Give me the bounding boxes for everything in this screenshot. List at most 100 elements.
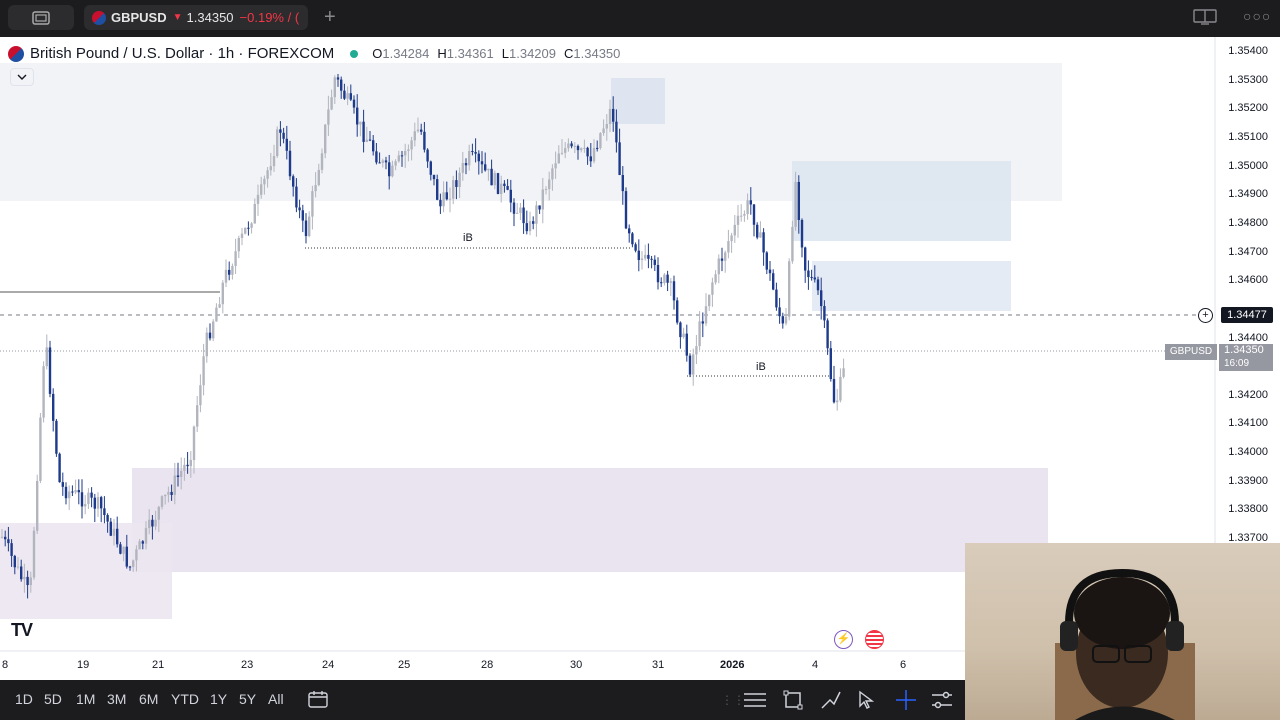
range-button-1d[interactable]: 1D	[15, 691, 33, 707]
candle-body	[759, 232, 762, 238]
path-icon[interactable]	[820, 690, 842, 715]
date-axis-label: 25	[398, 659, 411, 671]
candle-body	[781, 316, 784, 324]
range-button-5d[interactable]: 5D	[44, 691, 62, 707]
chart-menu-button[interactable]	[8, 5, 74, 30]
add-alert-icon[interactable]: +	[1198, 308, 1213, 323]
candle-body	[58, 453, 61, 483]
candle-body	[228, 269, 231, 275]
candle-body	[100, 497, 103, 509]
candle-body	[32, 530, 36, 578]
candle-body	[119, 544, 122, 554]
candle-body	[138, 541, 141, 550]
candle-body	[788, 261, 791, 317]
candle-body	[816, 279, 820, 291]
price-axis-label: 1.34800	[1228, 216, 1268, 229]
candle-body	[301, 210, 304, 221]
candle-body	[448, 198, 452, 200]
range-button-all[interactable]: All	[268, 691, 284, 707]
calendar-icon[interactable]	[308, 690, 328, 713]
rect-icon[interactable]	[783, 690, 803, 715]
candle-body	[580, 148, 583, 151]
candle-body	[96, 497, 100, 509]
price-axis-label: 1.33900	[1228, 474, 1268, 487]
range-button-1y[interactable]: 1Y	[210, 691, 227, 707]
candle-body	[260, 184, 263, 195]
candle-body	[602, 128, 605, 134]
candle-body	[256, 194, 260, 204]
candle-body	[378, 162, 381, 164]
collapse-legend-button[interactable]	[10, 68, 34, 86]
candle-body	[836, 400, 839, 403]
lines-icon[interactable]	[743, 691, 767, 714]
candle-body	[384, 160, 388, 163]
candle-body	[244, 227, 247, 234]
price-axis-label: 1.34200	[1228, 388, 1268, 401]
candle-body	[471, 150, 474, 153]
candle-body	[298, 207, 301, 211]
price-axis-label: 1.34400	[1228, 331, 1268, 344]
candle-body	[106, 515, 109, 522]
candle-body	[432, 174, 436, 180]
candle-body	[567, 143, 570, 149]
candle-body	[141, 541, 144, 544]
symbol-tab[interactable]: GBPUSD ▼ 1.34350 −0.19% / (	[84, 5, 308, 30]
candle-body	[752, 204, 756, 225]
range-button-ytd[interactable]: YTD	[171, 691, 199, 707]
market-status-dot	[350, 49, 359, 58]
lightning-icon[interactable]: ⚡	[834, 630, 853, 649]
candle-body	[506, 186, 509, 190]
candle-body	[340, 79, 343, 91]
candle-body	[183, 464, 186, 471]
price-axis-label: 1.34900	[1228, 188, 1268, 201]
range-button-1m[interactable]: 1M	[76, 691, 95, 707]
candle-body	[464, 163, 468, 166]
candle-body	[154, 519, 157, 527]
candle-body	[794, 181, 797, 227]
range-button-5y[interactable]: 5Y	[239, 691, 256, 707]
candle-body	[445, 192, 448, 200]
add-tab-button[interactable]: +	[324, 6, 336, 29]
layout-icon[interactable]	[1193, 9, 1217, 30]
candle-body	[535, 205, 538, 224]
symbol-header: British Pound / U.S. Dollar · 1h · FOREX…	[8, 45, 620, 62]
candle-body	[288, 150, 292, 177]
candle-body	[404, 150, 407, 156]
us-flag-icon[interactable]	[865, 630, 884, 649]
range-button-3m[interactable]: 3M	[107, 691, 126, 707]
candle-body	[800, 219, 804, 248]
candle-body	[423, 131, 426, 150]
last-price-symbol: GBPUSD	[1165, 344, 1217, 360]
candle-body	[458, 172, 461, 187]
settings-icon[interactable]	[931, 691, 953, 714]
ohlc-l: L1.34209	[501, 46, 556, 61]
tab-symbol: GBPUSD	[111, 10, 167, 25]
candle-body	[692, 354, 695, 375]
candle-body	[813, 277, 816, 280]
candle-body	[573, 145, 576, 147]
candle-body	[26, 576, 29, 586]
crosshair-icon[interactable]	[895, 689, 917, 716]
price-axis-label: 1.33800	[1228, 503, 1268, 516]
candle-body	[362, 121, 365, 142]
candle-body	[365, 139, 368, 142]
date-axis-label: 30	[570, 659, 583, 671]
candle-body	[250, 223, 253, 228]
more-icon[interactable]: ○○○	[1243, 8, 1271, 24]
range-button-6m[interactable]: 6M	[139, 691, 158, 707]
candle-body	[336, 77, 340, 80]
candle-body	[740, 215, 743, 217]
candle-body	[221, 282, 224, 305]
candle-body	[52, 393, 55, 421]
zone-supply-small	[611, 78, 665, 124]
candle-body	[586, 147, 589, 157]
candle-body	[388, 162, 391, 177]
candle-body	[477, 153, 480, 162]
chart-title[interactable]: British Pound / U.S. Dollar · 1h · FOREX…	[30, 45, 334, 62]
candle-body	[660, 282, 663, 284]
cursor-icon[interactable]	[858, 690, 875, 715]
candle-body	[679, 322, 682, 338]
drag-handle-icon[interactable]: ⋮⋮	[721, 693, 745, 707]
candle-body	[109, 521, 112, 536]
last-price-value: 1.34350	[1224, 344, 1264, 356]
